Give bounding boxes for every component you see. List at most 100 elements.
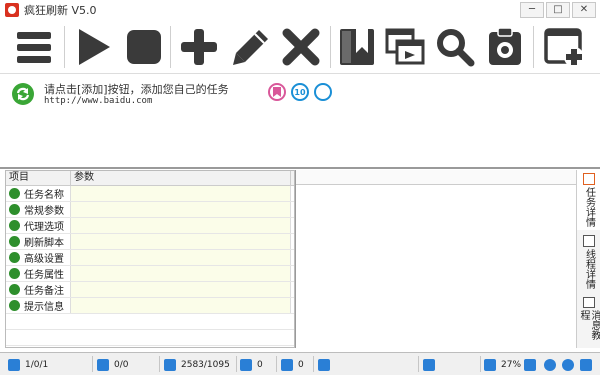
add-task-button[interactable] (174, 24, 224, 70)
tab-label: 线程详情 (583, 249, 595, 289)
window-icon (97, 358, 109, 371)
grid-row[interactable]: 高级设置 (6, 250, 294, 266)
grid-row[interactable]: 刷新脚本 (6, 234, 294, 250)
ie-icon (281, 358, 293, 371)
minimize-button[interactable]: ─ (520, 2, 544, 18)
app-logo-icon (5, 3, 19, 17)
bookmark-icon (340, 29, 374, 65)
side-tab-bar: 任务详情 线程详情 消息教程 (576, 170, 600, 348)
task-list: 请点击[添加]按钮，添加您自己的任务 http://www.baidu.com … (0, 75, 600, 167)
status-divider (236, 356, 237, 372)
grid-row-item[interactable]: 刷新脚本 (6, 234, 71, 249)
grid-row-item[interactable]: 高级设置 (6, 250, 71, 265)
menu-button[interactable] (8, 24, 60, 70)
thread-detail-icon (583, 235, 595, 247)
tool-status-button[interactable] (580, 357, 597, 372)
grid-row-value[interactable] (71, 202, 291, 217)
grid-row-item[interactable]: 任务属性 (6, 266, 71, 281)
stop-icon (127, 30, 161, 64)
script-icon (9, 236, 20, 247)
settings-button[interactable] (480, 24, 530, 70)
grid-row[interactable]: 任务名称 (6, 186, 294, 202)
column-header-item[interactable]: 项目 (6, 171, 71, 185)
properties-icon (9, 268, 20, 279)
start-button[interactable] (68, 24, 118, 70)
pencil-icon (233, 30, 268, 65)
grid-row-value[interactable] (71, 186, 291, 201)
status-divider (313, 356, 314, 372)
grid-row-item[interactable]: 提示信息 (6, 298, 71, 313)
grid-row-value[interactable] (71, 298, 291, 313)
task-url: http://www.baidu.com (44, 96, 153, 106)
grid-row-value[interactable] (71, 282, 291, 297)
toolbar (0, 20, 600, 74)
proxy-icon (9, 220, 20, 231)
close-window-button[interactable]: ✕ (572, 2, 596, 18)
menu-icon (17, 32, 51, 63)
status-check (318, 357, 335, 372)
list-icon (9, 204, 20, 215)
grid-row-value[interactable] (71, 250, 291, 265)
delete-task-button[interactable] (276, 24, 326, 70)
windows-icon (385, 28, 425, 65)
grid-row-value[interactable] (71, 234, 291, 249)
checkbox-icon (318, 358, 330, 371)
tab-task-detail[interactable]: 任务详情 (577, 170, 600, 230)
detail-panel (296, 170, 576, 348)
bookmark-button[interactable] (334, 24, 380, 70)
window-add-icon (544, 28, 584, 67)
status-divider (276, 356, 277, 372)
grid-row-item[interactable]: 常规参数 (6, 202, 71, 217)
grid-row-value[interactable] (71, 266, 291, 281)
status-tasks-value: 1/0/1 (25, 359, 49, 370)
maximize-button[interactable]: □ (546, 2, 570, 18)
status-percent-value: 27% (501, 359, 522, 370)
window-controls: ─ □ ✕ (520, 2, 596, 18)
task-detail-icon (583, 173, 595, 185)
stop-button[interactable] (120, 24, 168, 70)
status-tasks: 1/0/1 (8, 357, 48, 372)
status-divider (159, 356, 160, 372)
horizontal-splitter[interactable] (0, 167, 600, 169)
search-button[interactable] (432, 24, 478, 70)
grid-row-label: 提示信息 (24, 302, 64, 313)
status-downloads-value: 0 (257, 359, 263, 370)
add-window-button[interactable] (538, 24, 592, 70)
user-icon (9, 188, 20, 199)
grid-row[interactable]: 提示信息 (6, 298, 294, 314)
refresh-count-icon (164, 358, 176, 371)
grid-row-value[interactable] (71, 218, 291, 233)
status-refresh: 2583/1095 (164, 357, 230, 372)
tab-message-tutorial[interactable]: 消息教程 (577, 294, 600, 348)
grid-row[interactable]: 常规参数 (6, 202, 294, 218)
grid-row-item[interactable]: 任务备注 (6, 282, 71, 297)
status-ie: 0 (281, 357, 304, 372)
chat-icon (562, 358, 574, 371)
task-row[interactable]: 请点击[添加]按钮，添加您自己的任务 http://www.baidu.com … (8, 78, 592, 108)
grid-row[interactable]: 任务备注 (6, 282, 294, 298)
grid-body: 任务名称 常规参数 代理选项 刷新脚本高级设置 任务属性 任务备注提示信息 (6, 186, 294, 346)
tab-thread-detail[interactable]: 线程详情 (577, 232, 600, 292)
play-icon (79, 29, 110, 65)
window-switch-button[interactable] (382, 24, 428, 70)
close-icon (282, 28, 320, 66)
advanced-icon (9, 252, 20, 263)
bookmark-icon (524, 358, 536, 371)
plus-icon (181, 29, 217, 65)
grid-row[interactable]: 代理选项 (6, 218, 294, 234)
clock-status-button[interactable] (544, 357, 561, 372)
edit-task-button[interactable] (226, 24, 276, 70)
grid-row-label: 高级设置 (24, 254, 64, 265)
bookmark-status-button[interactable] (524, 357, 541, 372)
column-header-param[interactable]: 参数 (71, 171, 291, 185)
bookmark-badge-icon (268, 83, 286, 101)
chat-status-button[interactable] (562, 357, 579, 372)
grid-row-item[interactable]: 任务名称 (6, 186, 71, 201)
calendar-icon (8, 358, 20, 371)
download-icon (240, 358, 252, 371)
toolbar-divider (330, 26, 331, 68)
search-icon (437, 29, 475, 67)
grid-row-item[interactable]: 代理选项 (6, 218, 71, 233)
status-divider (92, 356, 93, 372)
grid-row[interactable]: 任务属性 (6, 266, 294, 282)
